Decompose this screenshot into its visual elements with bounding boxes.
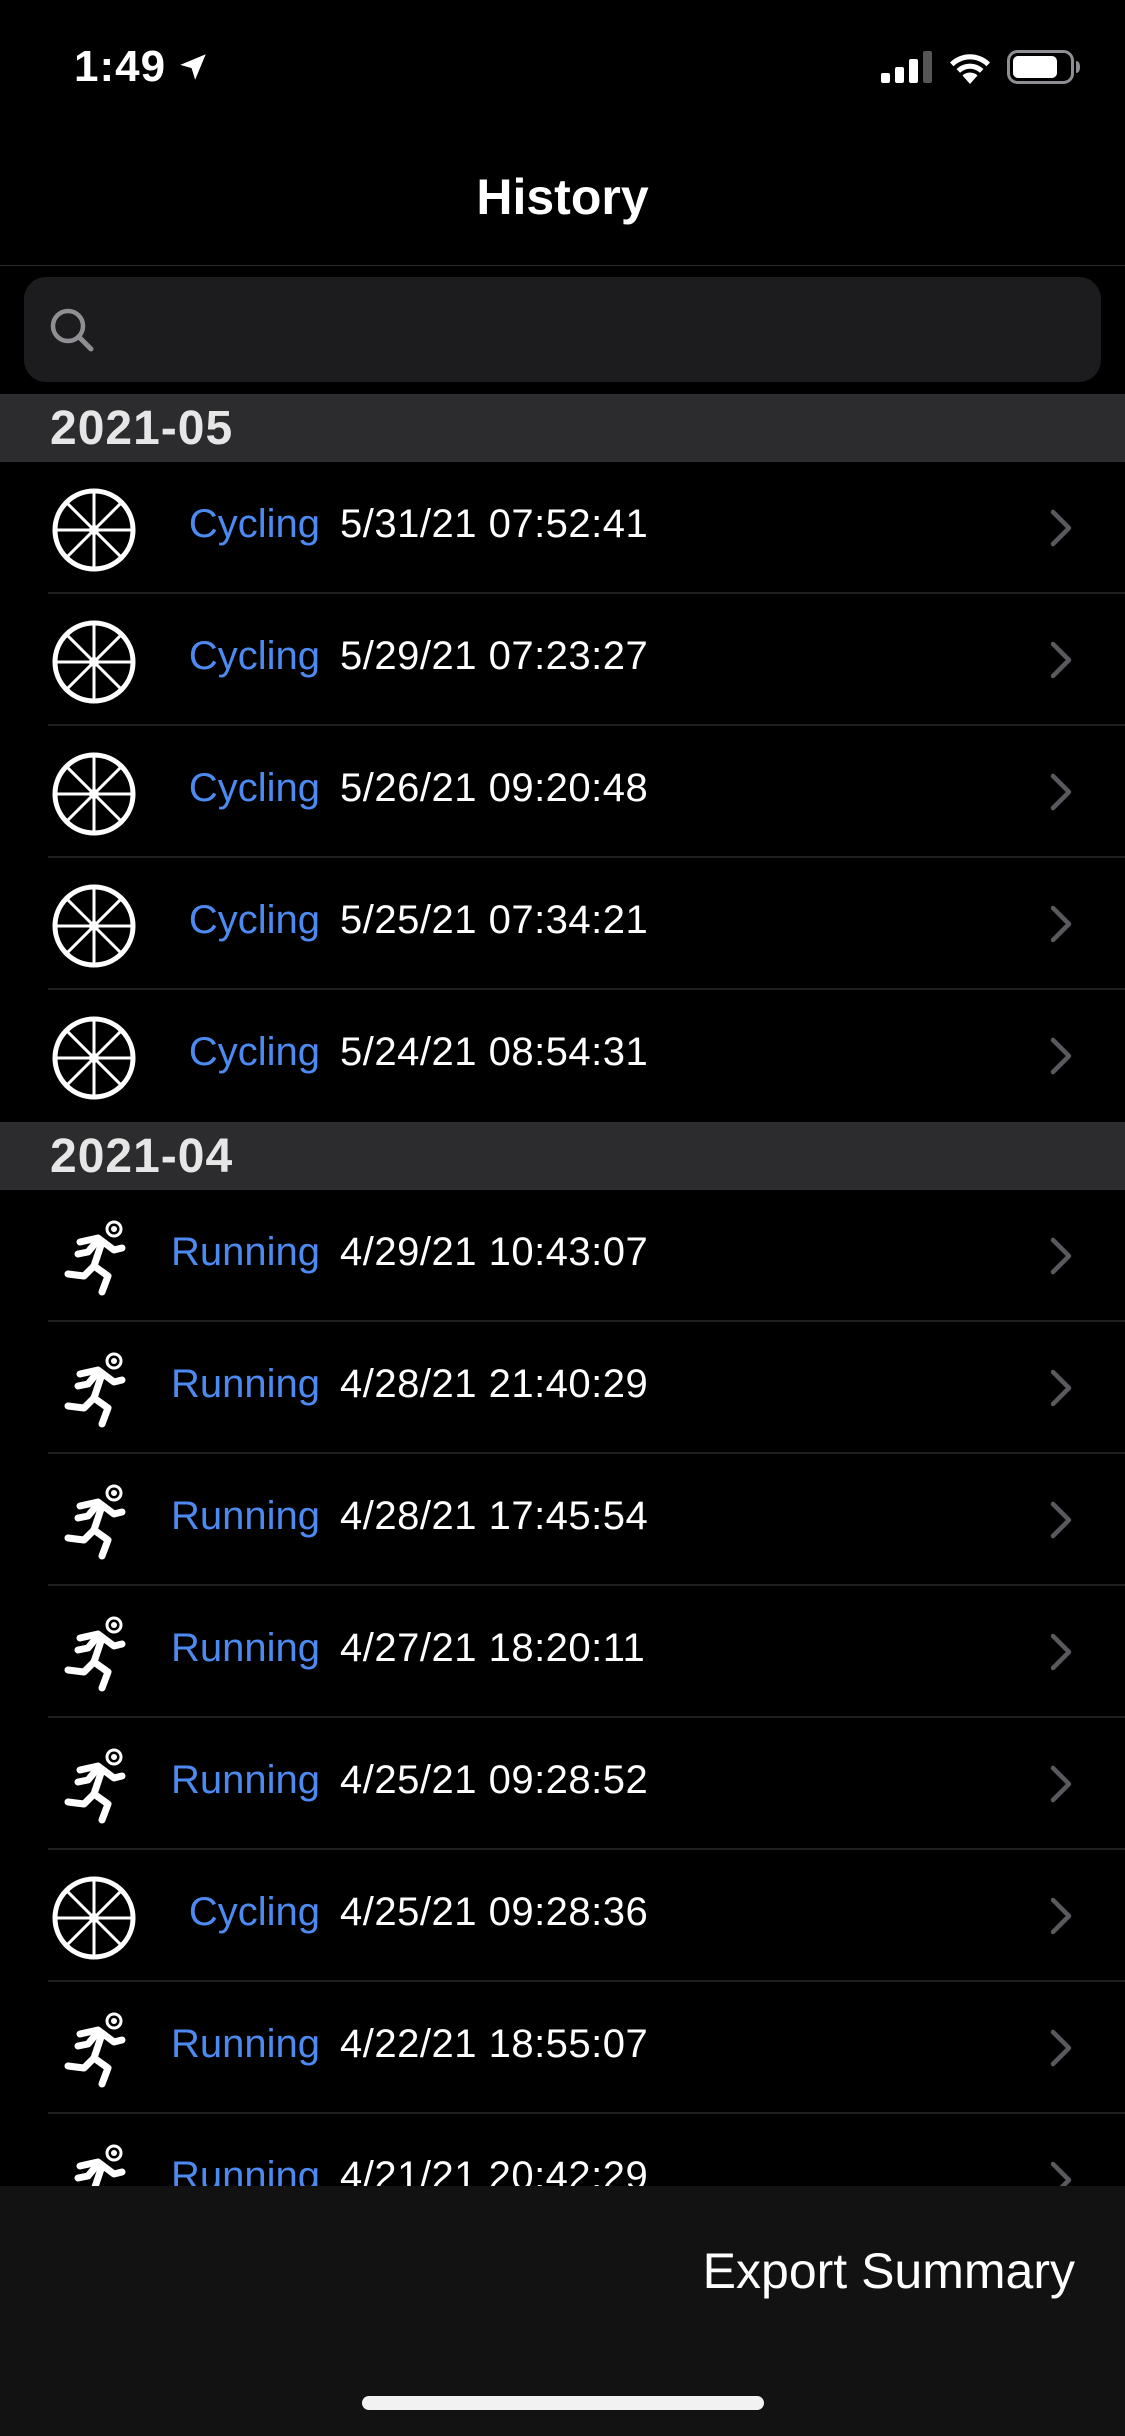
status-indicators [881,50,1081,84]
running-figure-icon [64,1220,126,1296]
bicycle-wheel-icon [52,1016,136,1100]
activity-type-label: Running [170,2022,320,2066]
chevron-right-icon [1050,1897,1072,1935]
section-rows: Running 4/29/21 10:43:07 Running 4/28/21… [0,1190,1125,2186]
list-item[interactable]: Running 4/21/21 20:42:29 [0,2114,1125,2186]
bicycle-wheel-icon [52,884,136,968]
activity-datetime: 4/21/21 20:42:29 [340,2154,649,2186]
activity-type-label: Cycling [188,634,320,678]
activity-type-label: Running [170,1494,320,1538]
list-item[interactable]: Running 4/29/21 10:43:07 [0,1190,1125,1322]
activity-type-label: Cycling [188,1030,320,1074]
cellular-signal-icon [881,51,932,83]
list-section: 2021-04 Running 4/29/21 10:43:07 Running… [0,1122,1125,2186]
activity-type-label: Running [170,2154,320,2186]
list-item[interactable]: Cycling 5/29/21 07:23:27 [0,594,1125,726]
chevron-right-icon [1050,905,1072,943]
chevron-right-icon [1050,2161,1072,2186]
running-figure-icon [64,2012,126,2088]
running-figure-icon [64,1484,126,1560]
chevron-right-icon [1050,1037,1072,1075]
chevron-right-icon [1050,641,1072,679]
battery-icon [1007,50,1080,84]
bicycle-wheel-icon [52,488,136,572]
list-item[interactable]: Cycling 5/26/21 09:20:48 [0,726,1125,858]
list-item[interactable]: Running 4/27/21 18:20:11 [0,1586,1125,1718]
activity-datetime: 4/25/21 09:28:36 [340,1890,649,1934]
chevron-right-icon [1050,1633,1072,1671]
activity-datetime: 4/28/21 21:40:29 [340,1362,649,1406]
list-item[interactable]: Running 4/22/21 18:55:07 [0,1982,1125,2114]
list-item[interactable]: Running 4/28/21 17:45:54 [0,1454,1125,1586]
export-summary-button[interactable]: Export Summary [703,2242,1075,2300]
list-section: 2021-05 Cycling 5/31/21 07:52:41 Cycling… [0,394,1125,1122]
activity-type-label: Cycling [188,766,320,810]
wifi-icon [950,54,990,84]
list-item[interactable]: Cycling 5/31/21 07:52:41 [0,462,1125,594]
activity-datetime: 4/25/21 09:28:52 [340,1758,649,1802]
status-time-group: 1:49 [74,42,210,92]
activity-type-label: Cycling [188,898,320,942]
section-header: 2021-04 [0,1122,1125,1190]
activity-type-label: Running [170,1230,320,1274]
status-time: 1:49 [74,42,167,91]
section-header: 2021-05 [0,394,1125,462]
home-indicator[interactable] [362,2396,764,2410]
activity-type-label: Running [170,1626,320,1670]
chevron-right-icon [1050,1501,1072,1539]
chevron-right-icon [1050,1237,1072,1275]
bicycle-wheel-icon [52,752,136,836]
activity-datetime: 5/25/21 07:34:21 [340,898,649,942]
page-title: History [476,169,649,225]
activity-type-label: Cycling [188,1890,320,1934]
activity-datetime: 5/31/21 07:52:41 [340,502,649,546]
chevron-right-icon [1050,1369,1072,1407]
navigation-bar: History [0,140,1125,266]
history-list[interactable]: 2021-05 Cycling 5/31/21 07:52:41 Cycling… [0,394,1125,2186]
activity-datetime: 5/26/21 09:20:48 [340,766,649,810]
running-figure-icon [64,1352,126,1428]
search-icon [50,308,94,351]
list-item[interactable]: Cycling 4/25/21 09:28:36 [0,1850,1125,1982]
list-item[interactable]: Running 4/28/21 21:40:29 [0,1322,1125,1454]
section-rows: Cycling 5/31/21 07:52:41 Cycling 5/29/21… [0,462,1125,1122]
activity-datetime: 5/29/21 07:23:27 [340,634,649,678]
status-bar: 1:49 [0,0,1125,140]
activity-type-label: Running [170,1758,320,1802]
chevron-right-icon [1050,509,1072,547]
activity-datetime: 4/27/21 18:20:11 [340,1626,646,1670]
chevron-right-icon [1050,2029,1072,2067]
list-item[interactable]: Cycling 5/24/21 08:54:31 [0,990,1125,1122]
search-bar[interactable] [24,277,1101,382]
activity-datetime: 4/22/21 18:55:07 [340,2022,649,2066]
activity-type-label: Running [170,1362,320,1406]
running-figure-icon [64,1616,126,1692]
activity-datetime: 5/24/21 08:54:31 [340,1030,649,1074]
search-input[interactable] [100,277,1101,382]
list-item[interactable]: Cycling 5/25/21 07:34:21 [0,858,1125,990]
location-arrow-icon [180,54,206,80]
bicycle-wheel-icon [52,1876,136,1960]
activity-datetime: 4/28/21 17:45:54 [340,1494,649,1538]
running-figure-icon [74,2144,126,2186]
bicycle-wheel-icon [52,620,136,704]
activity-datetime: 4/29/21 10:43:07 [340,1230,649,1274]
running-figure-icon [64,1748,126,1824]
chevron-right-icon [1050,1765,1072,1803]
activity-type-label: Cycling [188,502,320,546]
chevron-right-icon [1050,773,1072,811]
list-item[interactable]: Running 4/25/21 09:28:52 [0,1718,1125,1850]
history-screen: 1:49 History 2021-05 Cycling 5/31/21 07:… [0,0,1125,2436]
